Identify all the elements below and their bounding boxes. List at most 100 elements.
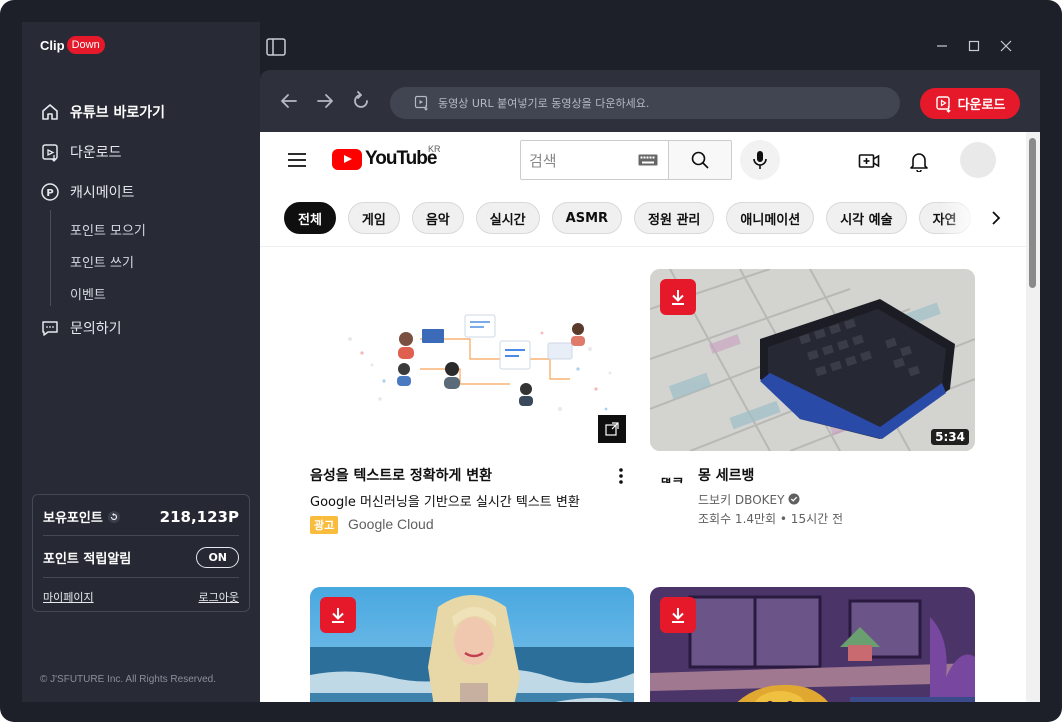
- category-chips: 전체 게임 음악 실시간 ASMR 정원 관리 애니메이션 시각 예술 자연: [284, 202, 971, 234]
- download-button[interactable]: 다운로드: [920, 88, 1020, 119]
- chip-animation[interactable]: 애니메이션: [726, 202, 815, 234]
- chip-games[interactable]: 게임: [347, 202, 400, 234]
- chips-fade: [940, 198, 1030, 238]
- back-arrow-icon[interactable]: [278, 90, 300, 112]
- chip-gardening[interactable]: 정원 관리: [634, 202, 715, 234]
- ad-thumbnail[interactable]: [310, 269, 634, 451]
- download-arrow-icon: [672, 608, 684, 623]
- points-divider: [43, 577, 239, 578]
- close-icon[interactable]: [998, 38, 1014, 54]
- channel-name[interactable]: 드보키 DBOKEY: [698, 493, 784, 507]
- sidebar-subitem-use-points[interactable]: 포인트 쓰기: [70, 252, 134, 271]
- verified-check-icon: [788, 493, 800, 505]
- search-icon: [691, 151, 709, 169]
- video-subtitle: Google 머신러닝을 기반으로 실시간 텍스트 변환: [310, 495, 580, 510]
- animated-room-image: [650, 587, 975, 702]
- alarm-label: 포인트 적립알림: [43, 552, 132, 567]
- sidebar-subitem-events[interactable]: 이벤트: [70, 284, 106, 303]
- minimize-icon[interactable]: [934, 38, 950, 54]
- alarm-toggle[interactable]: ON: [196, 547, 239, 568]
- region-label: KR: [428, 144, 441, 154]
- video-title[interactable]: 몽 세르뱅: [698, 465, 754, 485]
- scrollbar-thumb[interactable]: [1029, 138, 1036, 288]
- home-icon: [42, 104, 58, 120]
- notification-bell-icon[interactable]: [908, 150, 930, 172]
- external-link-icon: [605, 422, 619, 436]
- chevron-right-icon[interactable]: [986, 208, 1006, 228]
- ad-illustration-image: [348, 314, 612, 411]
- more-options-icon[interactable]: [618, 467, 624, 485]
- chip-music[interactable]: 음악: [411, 202, 464, 234]
- logo-down-badge: Down: [66, 36, 105, 54]
- youtube-search-input[interactable]: 검색: [520, 140, 668, 180]
- svg-text:P: P: [46, 188, 53, 199]
- logo-clip-text: Clip: [40, 37, 65, 53]
- points-label: 보유포인트: [43, 511, 103, 526]
- download-file-icon: [42, 144, 58, 162]
- forward-arrow-icon[interactable]: [314, 90, 336, 112]
- header-divider: [260, 246, 1028, 247]
- avatar[interactable]: [960, 142, 996, 178]
- chip-visual-arts[interactable]: 시각 예술: [826, 202, 907, 234]
- download-arrow-icon: [332, 608, 344, 623]
- browser-panel: 동영상 URL 붙여넣기로 동영상을 다운하세요. 다운로드 YouTube K…: [260, 70, 1040, 702]
- sidebar-item-download[interactable]: 다운로드: [40, 142, 122, 162]
- points-label-group: 보유포인트: [43, 507, 121, 526]
- keyboard-icon[interactable]: [638, 154, 658, 166]
- app-logo[interactable]: Clip Down: [40, 36, 105, 54]
- video-duration: 5:34: [931, 429, 969, 445]
- refresh-icon[interactable]: [350, 90, 372, 112]
- search-placeholder: 검색: [529, 151, 557, 170]
- url-input[interactable]: 동영상 URL 붙여넣기로 동영상을 다운하세요.: [390, 87, 900, 119]
- point-p-icon: P: [41, 183, 59, 201]
- sidebar-item-label: 다운로드: [70, 145, 122, 161]
- youtube-logo[interactable]: YouTube: [332, 148, 437, 170]
- beach-portrait-image: [310, 587, 634, 702]
- advertiser-name[interactable]: Google Cloud: [348, 516, 434, 532]
- download-button-label: 다운로드: [957, 98, 1006, 113]
- hamburger-menu-icon[interactable]: [286, 150, 308, 170]
- channel-name-group: 드보키 DBOKEY: [698, 491, 800, 508]
- sidebar: Clip Down 유튜브 바로가기 다운로드 P 캐시메이트 포인트 모으기 …: [22, 22, 260, 702]
- refresh-icon[interactable]: [107, 510, 121, 524]
- ad-badge: 광고: [310, 516, 339, 534]
- points-value: 218,123P: [159, 507, 239, 526]
- external-link-button[interactable]: [598, 415, 626, 443]
- video-download-badge[interactable]: [660, 279, 696, 315]
- video-download-badge[interactable]: [660, 597, 696, 633]
- youtube-play-icon: [332, 148, 362, 170]
- sidebar-item-youtube[interactable]: 유튜브 바로가기: [40, 102, 165, 122]
- youtube-wordmark: YouTube: [365, 148, 437, 169]
- video-thumbnail[interactable]: [310, 587, 634, 702]
- video-download-icon: [414, 95, 428, 111]
- points-divider: [43, 535, 239, 536]
- copyright-text: © J'SFUTURE Inc. All Rights Reserved.: [40, 674, 216, 685]
- mypage-link[interactable]: 마이페이지: [43, 589, 94, 605]
- app-window: Clip Down 유튜브 바로가기 다운로드 P 캐시메이트 포인트 모으기 …: [0, 0, 1062, 722]
- video-thumbnail[interactable]: 5:34: [650, 269, 975, 451]
- sidebar-toggle-icon[interactable]: [266, 38, 286, 56]
- download-arrow-icon: [672, 290, 684, 305]
- chip-asmr[interactable]: ASMR: [551, 202, 623, 234]
- video-thumbnail[interactable]: [650, 587, 975, 702]
- keyboard-video-image: [650, 269, 975, 451]
- voice-search-button[interactable]: [740, 140, 780, 180]
- url-placeholder: 동영상 URL 붙여넣기로 동영상을 다운하세요.: [438, 97, 650, 110]
- sidebar-item-label: 캐시메이트: [70, 185, 135, 201]
- sidebar-item-cashmate[interactable]: P 캐시메이트: [40, 182, 134, 202]
- chip-all[interactable]: 전체: [284, 202, 336, 234]
- channel-logo[interactable]: ᄃᄇᄏ: [660, 473, 684, 492]
- sidebar-item-inquiry[interactable]: 문의하기: [40, 318, 122, 338]
- sidebar-subitem-collect-points[interactable]: 포인트 모으기: [70, 220, 146, 239]
- chip-live[interactable]: 실시간: [475, 202, 540, 234]
- logout-link[interactable]: 로그아웃: [199, 589, 239, 605]
- sidebar-item-label: 유튜브 바로가기: [70, 105, 166, 121]
- microphone-icon: [753, 151, 767, 169]
- create-video-icon[interactable]: [858, 150, 880, 172]
- youtube-webview: YouTube KR 검색 전체 게임 음악 실시간 ASMR 정원 관리 애니…: [260, 132, 1040, 702]
- maximize-icon[interactable]: [966, 38, 982, 54]
- chat-icon: [42, 321, 58, 336]
- video-title[interactable]: 음성을 텍스트로 정확하게 변환: [310, 465, 492, 485]
- video-download-badge[interactable]: [320, 597, 356, 633]
- youtube-search-button[interactable]: [668, 140, 732, 180]
